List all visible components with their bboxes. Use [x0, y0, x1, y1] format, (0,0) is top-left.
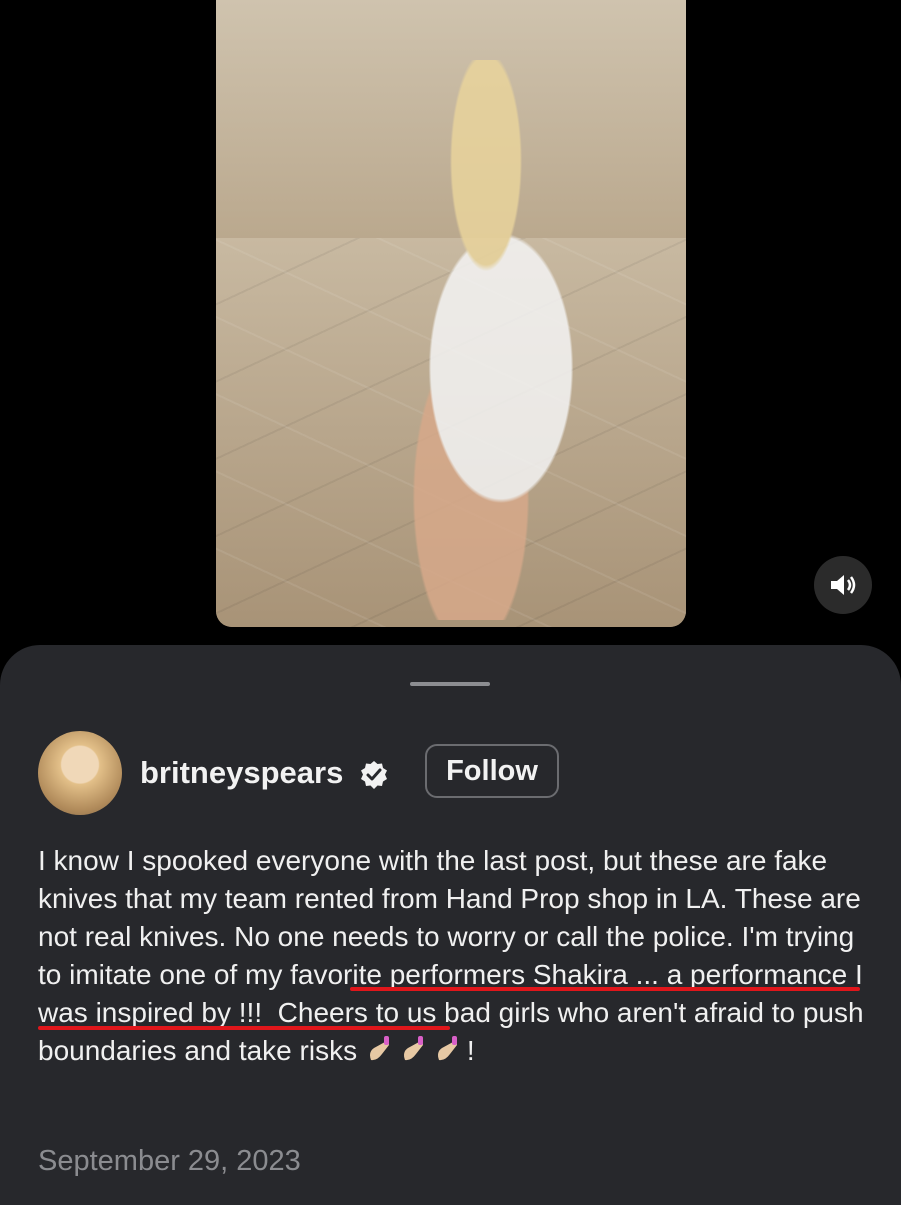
nail-polish-emoji — [403, 1036, 423, 1061]
avatar[interactable] — [38, 731, 122, 815]
post-details-sheet: britneyspears Follow I know I spooked ev… — [0, 645, 901, 1205]
follow-button[interactable]: Follow — [425, 744, 559, 798]
speaker-icon — [831, 575, 856, 595]
caption-text-end: ! — [466, 1035, 475, 1066]
nail-polish-emoji — [369, 1036, 389, 1061]
red-underline-line-1 — [350, 987, 860, 991]
video-player[interactable] — [216, 0, 686, 627]
post-caption: I know I spooked everyone with the last … — [38, 842, 868, 1070]
verified-badge-icon — [361, 761, 387, 789]
video-subject — [336, 60, 636, 620]
post-date: September 29, 2023 — [38, 1145, 301, 1177]
username[interactable]: britneyspears — [140, 755, 343, 791]
sheet-drag-handle[interactable] — [410, 682, 490, 686]
red-underline-line-2 — [38, 1026, 450, 1030]
nail-polish-emoji — [437, 1036, 457, 1061]
sound-toggle-button[interactable] — [814, 556, 872, 614]
